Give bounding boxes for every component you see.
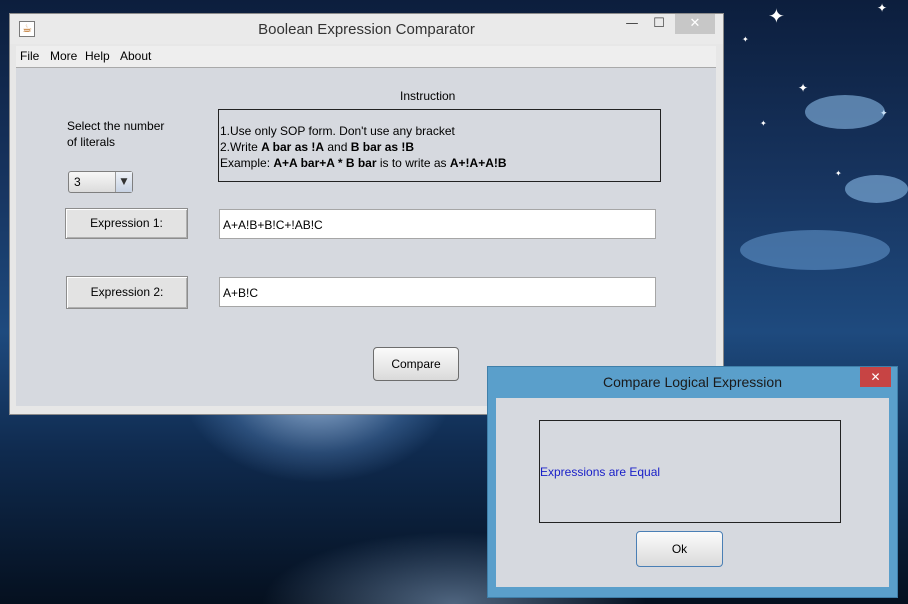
title-bar[interactable]: ☕ Boolean Expression Comparator — ☐ ✕	[10, 14, 723, 44]
menu-bar: File More Help About	[16, 46, 716, 68]
star-icon: ✦	[760, 119, 767, 128]
literals-label-line1: Select the number	[67, 119, 165, 133]
instruction-text: is to write as	[376, 156, 450, 170]
menu-about[interactable]: About	[120, 49, 151, 63]
literals-dropdown[interactable]: 3 ▼	[68, 171, 133, 193]
literals-value: 3	[74, 175, 81, 189]
expression-2-input[interactable]: A+B!C	[219, 277, 656, 307]
instruction-box: 1.Use only SOP form. Don't use any brack…	[218, 109, 661, 182]
dialog-title: Compare Logical Expression	[603, 374, 782, 390]
star-icon: ✦	[798, 81, 809, 95]
dropdown-arrow-icon[interactable]: ▼	[115, 172, 132, 192]
menu-file[interactable]: File	[20, 49, 39, 63]
instruction-heading: Instruction	[400, 89, 456, 103]
menu-more[interactable]: More	[50, 49, 77, 63]
cloud-shape	[845, 175, 908, 203]
instruction-bold: B bar as !B	[350, 140, 415, 154]
message-box: Expressions are Equal	[539, 420, 841, 523]
ok-button[interactable]: Ok	[636, 531, 723, 567]
instruction-text: and	[324, 140, 351, 154]
instruction-line-2: 2.Write A bar as !A and B bar as !B	[220, 140, 414, 154]
instruction-bold: A+!A+A!B	[449, 156, 507, 170]
main-window: ☕ Boolean Expression Comparator — ☐ ✕ Fi…	[9, 13, 724, 415]
cloud-shape	[740, 230, 890, 270]
result-dialog: Compare Logical Expression ✕ Expressions…	[487, 366, 898, 598]
literals-label-line2: of literals	[67, 135, 116, 149]
instruction-text: Example:	[220, 156, 274, 170]
expression-1-label: Expression 1:	[65, 208, 188, 239]
instruction-bold: A+A bar+A * B bar	[273, 156, 377, 170]
expression-2-label: Expression 2:	[66, 276, 188, 309]
compare-button[interactable]: Compare	[373, 347, 459, 381]
minimize-button[interactable]: —	[620, 14, 644, 34]
star-icon: ✦	[742, 35, 749, 44]
instruction-text: 1.Use only SOP form. Don't use any brack…	[220, 124, 455, 138]
maximize-button[interactable]: ☐	[647, 14, 671, 34]
dialog-close-button[interactable]: ✕	[860, 367, 891, 387]
instruction-bold: A bar as !A	[261, 140, 325, 154]
instruction-text: 2.Write	[220, 140, 262, 154]
star-icon: ✦	[877, 1, 888, 15]
star-icon: ✦	[768, 4, 785, 28]
close-button[interactable]: ✕	[675, 14, 715, 34]
star-icon: ✦	[835, 169, 842, 178]
cloud-shape	[805, 95, 885, 129]
main-panel: Select the number of literals 3 ▼ Instru…	[16, 68, 716, 406]
instruction-line-3: Example: A+A bar+A * B bar is to write a…	[220, 156, 507, 170]
instruction-line-1: 1.Use only SOP form. Don't use any brack…	[220, 124, 455, 138]
expression-1-input[interactable]: A+A!B+B!C+!AB!C	[219, 209, 656, 239]
menu-help[interactable]: Help	[85, 49, 110, 63]
dialog-body: Expressions are Equal Ok	[496, 398, 889, 587]
result-message: Expressions are Equal	[540, 465, 661, 479]
window-title: Boolean Expression Comparator	[258, 21, 475, 38]
